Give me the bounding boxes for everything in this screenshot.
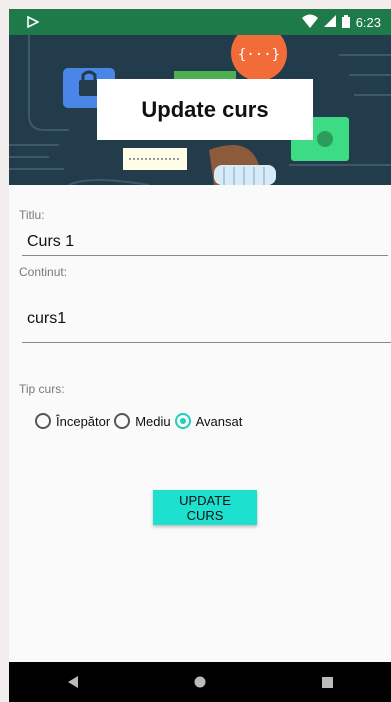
course-type-label: Tip curs: [19, 382, 65, 396]
radio-avansat[interactable]: Avansat [174, 413, 243, 429]
battery-icon [341, 14, 350, 31]
radio-mediu-label: Mediu [135, 413, 171, 429]
content-input[interactable]: curs1 [22, 299, 391, 343]
radio-checked-icon [174, 413, 191, 429]
navigation-bar [9, 662, 391, 702]
radio-incepator[interactable]: Începător [35, 413, 110, 429]
page-title: Update curs [97, 79, 313, 140]
content-label: Continut: [19, 265, 68, 279]
title-label: Titlu: [19, 208, 45, 222]
recents-icon[interactable] [307, 662, 347, 702]
update-course-button[interactable]: UPDATE CURS [153, 490, 257, 525]
back-icon[interactable] [53, 662, 93, 702]
status-bar: 6:23 [9, 9, 391, 35]
app-screen: 6:23 {···} Update curs Titlu: Curs 1 Con… [9, 9, 391, 702]
wifi-icon [301, 14, 318, 31]
home-icon[interactable] [180, 662, 220, 702]
svg-text:{···}: {···} [238, 47, 280, 63]
course-type-radio-group: Începător Mediu Avansat [35, 413, 246, 429]
radio-unchecked-icon [35, 413, 51, 429]
radio-mediu[interactable]: Mediu [114, 413, 171, 429]
header-banner: {···} Update curs [9, 35, 391, 185]
radio-incepator-label: Începător [56, 413, 111, 429]
radio-avansat-label: Avansat [195, 413, 243, 429]
signal-icon [323, 15, 336, 30]
radio-unchecked-icon [114, 413, 131, 429]
play-store-icon [27, 15, 40, 33]
status-time: 6:23 [355, 15, 381, 30]
title-input[interactable]: Curs 1 [22, 227, 388, 256]
